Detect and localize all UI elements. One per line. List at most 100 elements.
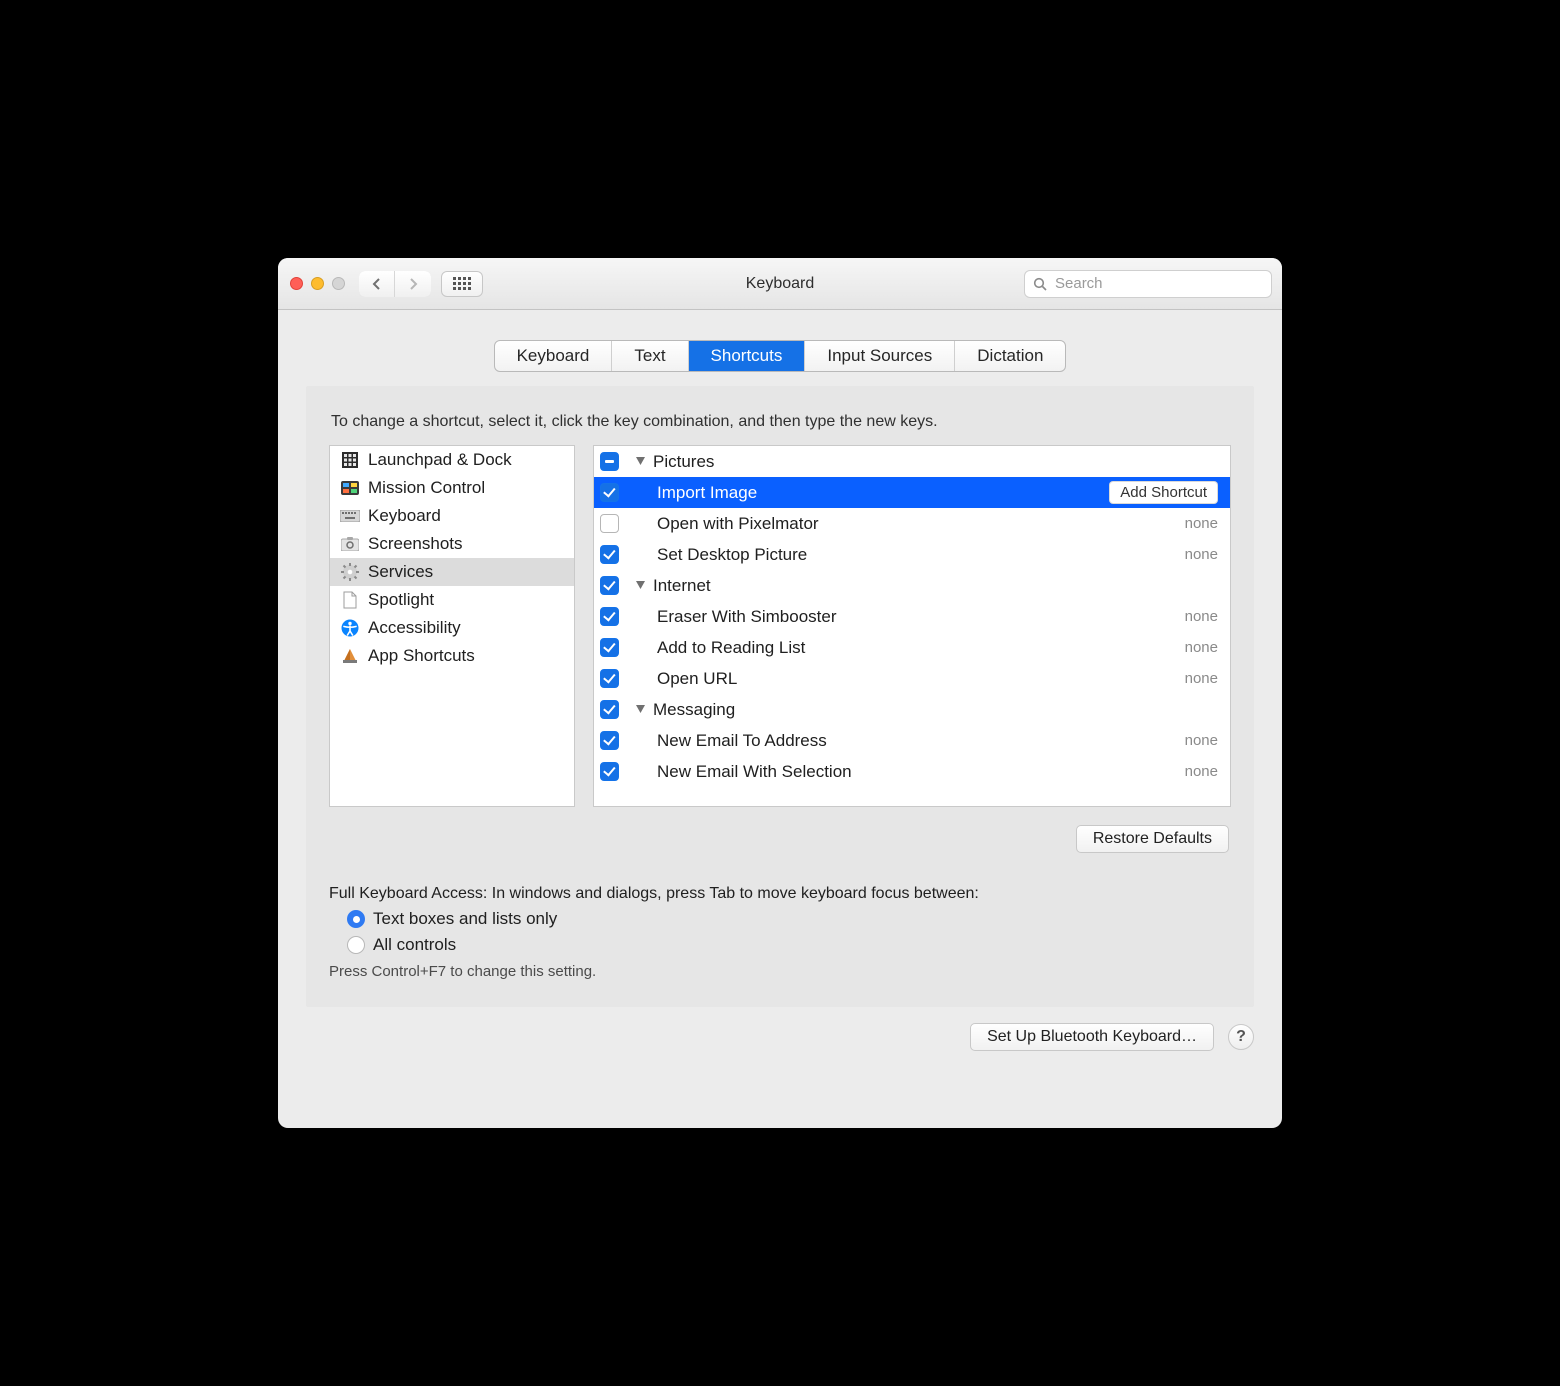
sidebar-item-label: Spotlight — [368, 590, 434, 610]
service-item[interactable]: Set Desktop Picture none — [594, 539, 1230, 570]
service-item[interactable]: Import ImageAdd Shortcut — [594, 477, 1230, 508]
show-all-button[interactable] — [441, 271, 483, 297]
close-window-button[interactable] — [290, 277, 303, 290]
sidebar-item-label: App Shortcuts — [368, 646, 475, 666]
checkbox[interactable] — [600, 731, 619, 750]
restore-defaults-button[interactable]: Restore Defaults — [1076, 825, 1229, 853]
sidebar-item-label: Keyboard — [368, 506, 441, 526]
nav-segmented-control — [359, 271, 431, 297]
checkbox[interactable] — [600, 514, 619, 533]
checkbox[interactable] — [600, 607, 619, 626]
service-label: Set Desktop Picture — [657, 545, 1179, 565]
zoom-window-button[interactable] — [332, 277, 345, 290]
service-group[interactable]: Internet — [594, 570, 1230, 601]
disclosure-triangle-icon[interactable] — [633, 705, 647, 714]
disclosure-triangle-icon[interactable] — [633, 457, 647, 466]
service-label: Open with Pixelmator — [657, 514, 1179, 534]
sidebar-item-keyboard[interactable]: Keyboard — [330, 502, 574, 530]
chevron-right-icon — [408, 277, 418, 291]
chevron-left-icon — [372, 277, 382, 291]
service-item[interactable]: Add to Reading List none — [594, 632, 1230, 663]
tab-text[interactable]: Text — [612, 341, 688, 371]
radio-checked-icon — [347, 910, 365, 928]
back-button[interactable] — [359, 271, 395, 297]
keyboard-icon — [340, 506, 360, 526]
service-item[interactable]: New Email With Selection none — [594, 756, 1230, 787]
shortcut-value[interactable]: none — [1185, 546, 1218, 563]
service-label: New Email To Address — [657, 731, 1179, 751]
search-icon — [1033, 277, 1047, 291]
search-input[interactable] — [1053, 274, 1263, 293]
sidebar-item-mission-control[interactable]: Mission Control — [330, 474, 574, 502]
shortcut-value[interactable]: none — [1185, 732, 1218, 749]
disclosure-triangle-icon[interactable] — [633, 581, 647, 590]
sidebar-item-services[interactable]: Services — [330, 558, 574, 586]
mission-icon — [340, 478, 360, 498]
document-icon — [340, 590, 360, 610]
sidebar-item-label: Services — [368, 562, 433, 582]
instruction-text: To change a shortcut, select it, click t… — [331, 413, 1231, 431]
sidebar-item-app-shortcuts[interactable]: App Shortcuts — [330, 642, 574, 670]
fka-option-label: Text boxes and lists only — [373, 909, 557, 929]
fka-option-label: All controls — [373, 935, 456, 955]
service-label: Import Image — [657, 483, 1109, 503]
service-label: New Email With Selection — [657, 762, 1179, 782]
sidebar-item-accessibility[interactable]: Accessibility — [330, 614, 574, 642]
fka-heading: Full Keyboard Access: In windows and dia… — [329, 885, 1231, 903]
grid-icon — [340, 450, 360, 470]
services-list[interactable]: PicturesImport ImageAdd ShortcutOpen wit… — [593, 445, 1231, 807]
tab-shortcuts[interactable]: Shortcuts — [689, 341, 806, 371]
checkbox[interactable] — [600, 669, 619, 688]
fka-option-textboxes[interactable]: Text boxes and lists only — [347, 909, 1231, 929]
screenshot-icon — [340, 534, 360, 554]
checkbox[interactable] — [600, 483, 619, 502]
setup-bluetooth-button[interactable]: Set Up Bluetooth Keyboard… — [970, 1023, 1214, 1051]
checkbox[interactable] — [600, 576, 619, 595]
checkbox[interactable] — [600, 452, 619, 471]
app-icon — [340, 646, 360, 666]
sidebar-item-spotlight[interactable]: Spotlight — [330, 586, 574, 614]
tab-dictation[interactable]: Dictation — [955, 341, 1065, 371]
service-item[interactable]: Open URL none — [594, 663, 1230, 694]
shortcut-value[interactable]: none — [1185, 608, 1218, 625]
checkbox[interactable] — [600, 700, 619, 719]
gear-icon — [340, 562, 360, 582]
checkbox[interactable] — [600, 762, 619, 781]
group-label: Pictures — [653, 452, 1218, 472]
sidebar-item-label: Screenshots — [368, 534, 463, 554]
tab-input-sources[interactable]: Input Sources — [805, 341, 955, 371]
help-button[interactable]: ? — [1228, 1024, 1254, 1050]
grid-icon — [453, 277, 471, 291]
service-label: Add to Reading List — [657, 638, 1179, 658]
shortcut-value[interactable]: none — [1185, 639, 1218, 656]
window-body: KeyboardTextShortcutsInput SourcesDictat… — [278, 310, 1282, 1128]
service-label: Open URL — [657, 669, 1179, 689]
shortcut-value[interactable]: none — [1185, 515, 1218, 532]
service-item[interactable]: Eraser With Simboosternone — [594, 601, 1230, 632]
fka-option-allcontrols[interactable]: All controls — [347, 935, 1231, 955]
minimize-window-button[interactable] — [311, 277, 324, 290]
service-item[interactable]: New Email To Address none — [594, 725, 1230, 756]
sidebar-item-label: Accessibility — [368, 618, 461, 638]
full-keyboard-access: Full Keyboard Access: In windows and dia… — [329, 885, 1231, 980]
forward-button[interactable] — [395, 271, 431, 297]
search-field[interactable] — [1024, 270, 1272, 298]
checkbox[interactable] — [600, 545, 619, 564]
add-shortcut-button[interactable]: Add Shortcut — [1109, 481, 1218, 504]
shortcut-value[interactable]: none — [1185, 763, 1218, 780]
service-group[interactable]: Pictures — [594, 446, 1230, 477]
service-item[interactable]: Open with Pixelmator none — [594, 508, 1230, 539]
tab-keyboard[interactable]: Keyboard — [495, 341, 613, 371]
category-sidebar[interactable]: Launchpad & DockMission Control Keyboard S… — [329, 445, 575, 807]
fka-hint: Press Control+F7 to change this setting. — [329, 963, 1231, 980]
service-group[interactable]: Messaging — [594, 694, 1230, 725]
group-label: Messaging — [653, 700, 1218, 720]
shortcut-value[interactable]: none — [1185, 670, 1218, 687]
window-footer: Set Up Bluetooth Keyboard… ? — [278, 1007, 1282, 1073]
sidebar-item-launchpad-dock[interactable]: Launchpad & Dock — [330, 446, 574, 474]
checkbox[interactable] — [600, 638, 619, 657]
window-toolbar: Keyboard — [278, 258, 1282, 310]
sidebar-item-screenshots[interactable]: Screenshots — [330, 530, 574, 558]
radio-icon — [347, 936, 365, 954]
group-label: Internet — [653, 576, 1218, 596]
